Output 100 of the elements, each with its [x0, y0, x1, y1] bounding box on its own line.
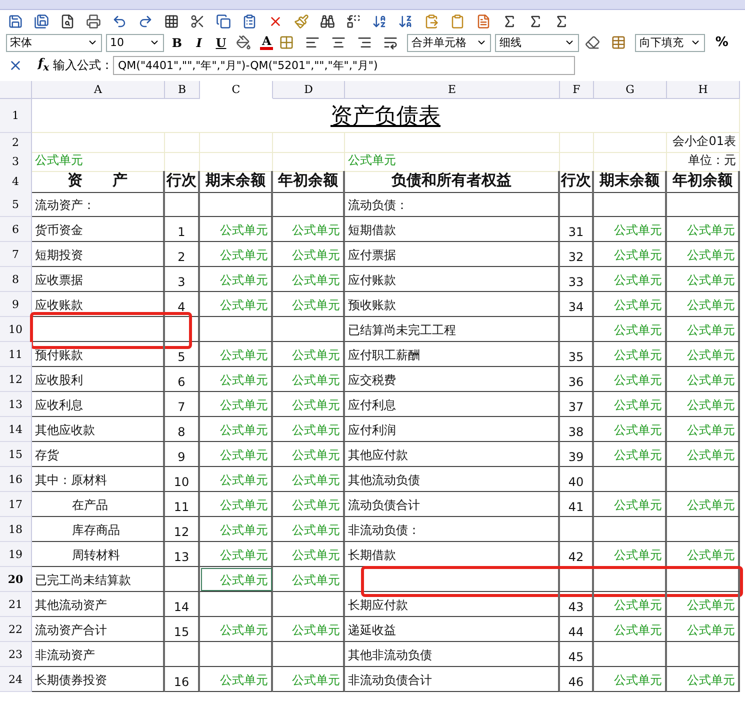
- table-cell: 短期投资: [32, 242, 165, 267]
- table-cell: 应付职工薪酬: [345, 342, 560, 367]
- row-header[interactable]: 19: [0, 542, 32, 567]
- format-button[interactable]: U: [212, 36, 230, 50]
- row-header[interactable]: 17: [0, 492, 32, 517]
- column-header[interactable]: B: [165, 81, 200, 99]
- eraser-icon[interactable]: [583, 33, 602, 52]
- row-header[interactable]: 15: [0, 442, 32, 467]
- row-header[interactable]: 6: [0, 217, 32, 242]
- table-cell: 预收账款: [345, 292, 560, 317]
- table-cell: 10: [165, 467, 200, 492]
- row-header[interactable]: 16: [0, 467, 32, 492]
- table-cell: 应收账款: [32, 292, 165, 317]
- size-select[interactable]: 10: [106, 34, 164, 52]
- column-header[interactable]: G: [594, 81, 667, 99]
- table-cell: 公式单元: [273, 292, 345, 317]
- table-cell: 公式单元: [667, 342, 740, 367]
- save-all-icon[interactable]: [32, 12, 51, 30]
- table-cell: 公式单元: [594, 317, 667, 342]
- table-cell: 公式单元: [200, 217, 273, 242]
- table-cell: 公式单元: [273, 417, 345, 442]
- fill-select[interactable]: 向下填充: [635, 34, 706, 52]
- table-cell: 公式单元: [667, 292, 740, 317]
- format-button[interactable]: B: [168, 36, 186, 50]
- table-cell: 公式单元: [667, 542, 740, 567]
- row-header[interactable]: 23: [0, 642, 32, 667]
- function-button[interactable]: f$_{x}$: [38, 56, 50, 74]
- table-cell: 公式单元: [594, 417, 667, 442]
- print-icon[interactable]: [84, 12, 103, 30]
- table-cell: 44: [560, 617, 594, 642]
- table-cell: [165, 567, 200, 592]
- row-header[interactable]: 18: [0, 517, 32, 542]
- row-header[interactable]: 2: [0, 133, 32, 153]
- table-cell: 公式单元: [200, 467, 273, 492]
- paint-bucket-icon[interactable]: [234, 33, 253, 52]
- table-cell: [165, 192, 200, 217]
- row-header[interactable]: 9: [0, 292, 32, 317]
- row-header[interactable]: 24: [0, 667, 32, 692]
- font-color-button[interactable]: A: [260, 35, 274, 50]
- table-cell: 应付票据: [345, 242, 560, 267]
- table-cell: 8: [165, 417, 200, 442]
- table-cell: [165, 317, 200, 342]
- row-header[interactable]: 21: [0, 592, 32, 617]
- column-header[interactable]: H: [667, 81, 740, 99]
- table-cell: 货币资金: [32, 217, 165, 242]
- table-cell: 应收利息: [32, 392, 165, 417]
- table-cell: 15: [165, 617, 200, 642]
- table-cell: 39: [560, 442, 594, 467]
- table-cell: 长期应付款: [345, 592, 560, 617]
- table-cell: 公式单元: [594, 267, 667, 292]
- table-cell: 公式单元: [667, 317, 740, 342]
- table-cell: 公式单元: [200, 367, 273, 392]
- table-cell: [560, 192, 594, 217]
- format-button[interactable]: I: [190, 36, 208, 50]
- row-header[interactable]: 8: [0, 267, 32, 292]
- column-header[interactable]: E: [345, 81, 560, 99]
- table-cell: 公式单元: [667, 217, 740, 242]
- column-header[interactable]: D: [273, 81, 345, 99]
- border-style-select[interactable]: 细线: [495, 34, 580, 52]
- table-cell: 14: [165, 592, 200, 617]
- formula-label: 输入公式 :: [53, 56, 109, 74]
- row-header[interactable]: 12: [0, 367, 32, 392]
- copy-icon[interactable]: [214, 12, 233, 30]
- row-header[interactable]: 11: [0, 342, 32, 367]
- table-cell: 公式单元: [200, 617, 273, 642]
- table-cell: 7: [165, 392, 200, 417]
- table-cell: 公式单元: [273, 567, 345, 592]
- table-cell: [560, 517, 594, 542]
- row-header[interactable]: 4: [0, 171, 32, 193]
- table-cell: 12: [165, 517, 200, 542]
- table-cell: 公式单元: [200, 242, 273, 267]
- table-cell: 公式单元: [273, 542, 345, 567]
- table-cell: 42: [560, 542, 594, 567]
- row-header[interactable]: 1: [0, 99, 32, 133]
- font-select[interactable]: 宋体: [6, 34, 102, 52]
- table-cell: 应付利润: [345, 417, 560, 442]
- merge-select[interactable]: 合并单元格: [407, 34, 492, 52]
- table-cell: 公式单元: [667, 367, 740, 392]
- row-header[interactable]: 14: [0, 417, 32, 442]
- column-header[interactable]: F: [560, 81, 594, 99]
- row-header[interactable]: 7: [0, 242, 32, 267]
- table-cell: 公式单元: [200, 517, 273, 542]
- percent-button[interactable]: %: [715, 35, 728, 50]
- row-header[interactable]: 13: [0, 392, 32, 417]
- formula-input[interactable]: QM("4401","","年","月")-QM("5201","","年","月"): [113, 56, 575, 74]
- table-cell: 公式单元: [200, 542, 273, 567]
- table-cell: 公式单元: [594, 217, 667, 242]
- column-title: 行次: [560, 171, 594, 193]
- column-title: 资 产: [32, 171, 165, 193]
- row-header[interactable]: 3: [0, 152, 32, 172]
- table-cell: 应交税费: [345, 367, 560, 392]
- table-cell: 已完工尚未结算款: [32, 567, 165, 592]
- table-cell: 在产品: [32, 492, 165, 517]
- table-cell: 短期借款: [345, 217, 560, 242]
- column-header[interactable]: A: [32, 81, 165, 99]
- row-header[interactable]: 20: [0, 567, 32, 592]
- row-header[interactable]: 5: [0, 192, 32, 217]
- table-cell: 公式单元: [273, 442, 345, 467]
- row-header[interactable]: 22: [0, 617, 32, 642]
- row-header[interactable]: 10: [0, 317, 32, 342]
